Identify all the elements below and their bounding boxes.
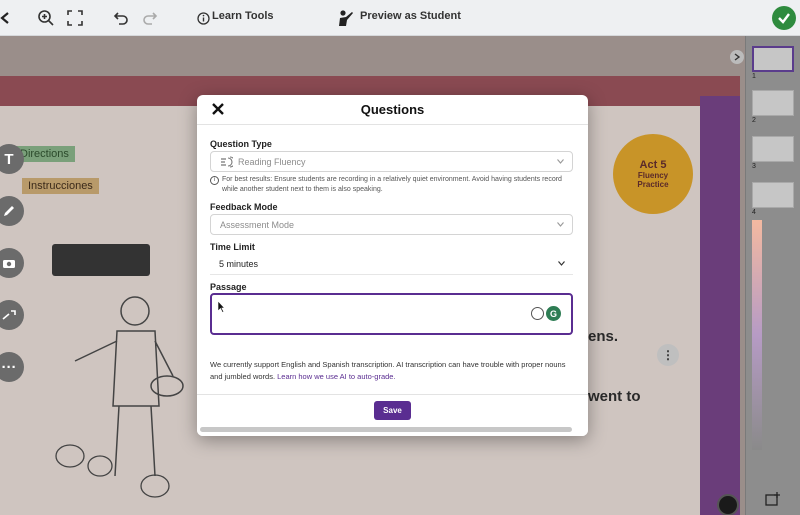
feedback-mode-value: Assessment Mode xyxy=(220,220,295,230)
farmer-illustration xyxy=(55,296,184,498)
instrucciones-badge: Instrucciones xyxy=(22,178,99,194)
passage-label: Passage xyxy=(210,282,247,292)
slide-number: 4 xyxy=(752,209,756,216)
save-button[interactable]: Save xyxy=(374,401,411,420)
slide-thumbnail[interactable] xyxy=(752,90,794,116)
redo-icon[interactable] xyxy=(140,8,160,28)
chevron-down-icon xyxy=(558,261,565,266)
top-toolbar: Learn Tools Preview as Student xyxy=(0,0,800,36)
time-limit-label: Time Limit xyxy=(210,242,255,252)
color-picker-dot[interactable] xyxy=(717,494,739,515)
hint-text: For best results: Ensure students are re… xyxy=(222,176,562,193)
slide-number: 3 xyxy=(752,163,756,170)
learn-tools-button[interactable]: Learn Tools xyxy=(212,10,274,22)
grammarly-icon[interactable]: G xyxy=(546,306,561,321)
time-limit-select[interactable]: 5 minutes xyxy=(210,254,573,275)
sun-line: Practice xyxy=(637,180,669,189)
chevron-down-icon xyxy=(557,222,564,227)
sun-line: Fluency xyxy=(637,171,669,180)
learn-ai-link[interactable]: Learn how we use AI to auto-grade. xyxy=(277,372,395,381)
passage-input[interactable]: G xyxy=(210,293,573,335)
modal-title: Questions xyxy=(360,102,425,117)
questions-modal: Questions Question Type Reading Fluency … xyxy=(197,95,588,436)
time-limit-value: 5 minutes xyxy=(219,259,259,269)
modal-footer: Save xyxy=(197,394,588,436)
reading-fluency-icon xyxy=(221,156,233,168)
feedback-mode-label: Feedback Mode xyxy=(210,202,278,212)
slide-number: 2 xyxy=(752,117,756,124)
record-bar[interactable] xyxy=(52,244,150,276)
back-icon[interactable] xyxy=(0,8,16,28)
question-type-value: Reading Fluency xyxy=(238,157,306,167)
fullscreen-icon[interactable] xyxy=(65,8,85,28)
sun-line: Act 5 xyxy=(639,159,667,171)
feedback-mode-select[interactable]: Assessment Mode xyxy=(210,214,573,235)
transcription-note: We currently support English and Spanish… xyxy=(210,359,575,383)
add-slide-icon[interactable] xyxy=(765,492,781,506)
slide-thumbnail[interactable] xyxy=(752,182,794,208)
slide-number: 1 xyxy=(752,73,756,80)
horizontal-scrollbar[interactable] xyxy=(200,427,572,432)
preview-as-student-button[interactable]: Preview as Student xyxy=(360,10,461,22)
more-options-icon[interactable]: ⋮ xyxy=(657,344,679,366)
slide-text-line: ens. xyxy=(588,328,619,345)
student-presenter-icon[interactable] xyxy=(336,8,356,28)
modal-header: Questions xyxy=(197,95,588,125)
info-icon[interactable] xyxy=(193,8,213,28)
info-icon: i xyxy=(210,176,219,185)
chevron-down-icon xyxy=(557,159,564,164)
zoom-in-icon[interactable] xyxy=(36,8,56,28)
recording-hint: i For best results: Ensure students are … xyxy=(210,175,570,195)
slide-thumbnail[interactable] xyxy=(752,136,794,162)
curtain-side-decoration xyxy=(700,96,740,515)
mouse-cursor-icon xyxy=(217,300,225,313)
fluency-practice-sun: Act 5 Fluency Practice xyxy=(613,134,693,214)
question-type-select[interactable]: Reading Fluency xyxy=(210,151,573,172)
slide-text-line: went to xyxy=(588,388,641,405)
undo-icon[interactable] xyxy=(111,8,131,28)
color-palette-strip[interactable] xyxy=(752,220,762,450)
slide-thumbnail[interactable] xyxy=(752,46,794,72)
question-type-label: Question Type xyxy=(210,139,272,149)
lightbulb-icon[interactable] xyxy=(531,307,544,320)
done-check-icon[interactable] xyxy=(772,6,796,30)
collapse-panel-icon[interactable] xyxy=(730,50,744,64)
